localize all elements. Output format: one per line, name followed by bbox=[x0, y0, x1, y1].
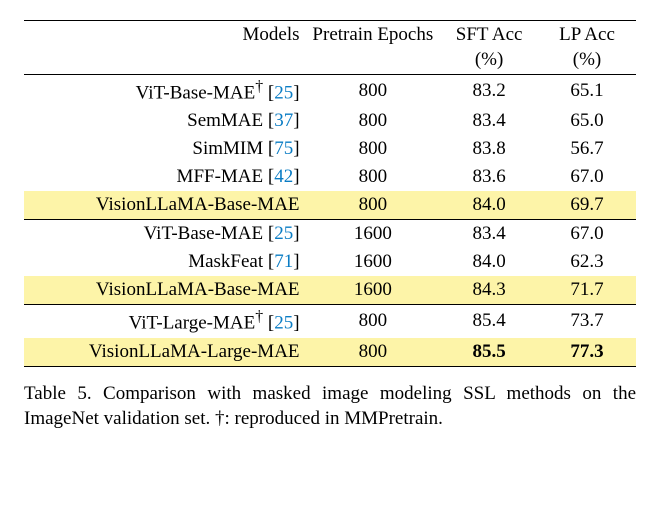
table-row: ViT-Large-MAE† [25]80085.473.7 bbox=[24, 305, 636, 338]
table-caption: Table 5. Comparison with masked image mo… bbox=[24, 381, 636, 432]
table-row: ViT-Base-MAE† [25]80083.265.1 bbox=[24, 75, 636, 108]
table-row: VisionLLaMA-Base-MAE160084.371.7 bbox=[24, 276, 636, 305]
table-row: VisionLLaMA-Large-MAE80085.577.3 bbox=[24, 338, 636, 367]
results-table: ModelsPretrain EpochsSFT AccLP Acc(%)(%)… bbox=[24, 20, 636, 367]
table-row: SemMAE [37]80083.465.0 bbox=[24, 107, 636, 135]
table-header-row: ModelsPretrain EpochsSFT AccLP Acc bbox=[24, 21, 636, 50]
table-row: MFF-MAE [42]80083.667.0 bbox=[24, 163, 636, 191]
table-row: MaskFeat [71]160084.062.3 bbox=[24, 248, 636, 276]
table-row: VisionLLaMA-Base-MAE80084.069.7 bbox=[24, 191, 636, 220]
table-row: ViT-Base-MAE [25]160083.467.0 bbox=[24, 220, 636, 249]
table-row: SimMIM [75]80083.856.7 bbox=[24, 135, 636, 163]
